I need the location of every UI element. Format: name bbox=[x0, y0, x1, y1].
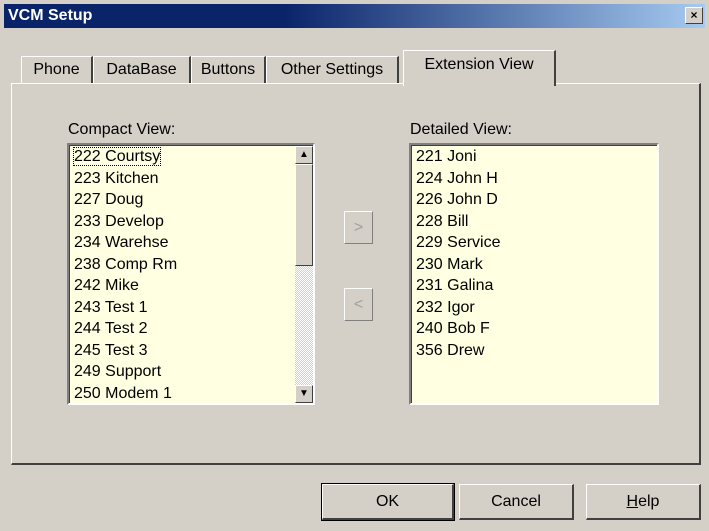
list-item-label: 222 Courtsy bbox=[72, 147, 162, 166]
compact-scrollbar[interactable]: ▲ ▼ bbox=[295, 146, 313, 403]
help-accelerator: H bbox=[626, 493, 639, 510]
close-button[interactable]: × bbox=[685, 7, 703, 24]
list-item[interactable]: 234 Warehse bbox=[70, 232, 295, 254]
ok-button[interactable]: OK bbox=[321, 483, 455, 521]
list-item[interactable]: 224 John H bbox=[412, 168, 657, 190]
list-item[interactable]: 250 Modem 1 bbox=[70, 383, 295, 404]
list-item[interactable]: 242 Mike bbox=[70, 275, 295, 297]
list-item[interactable]: 249 Support bbox=[70, 361, 295, 383]
compact-view-label: Compact View: bbox=[68, 121, 176, 138]
tab-database[interactable]: DataBase bbox=[93, 56, 191, 84]
tab-phone[interactable]: Phone bbox=[21, 56, 93, 84]
tab-extension-view[interactable]: Extension View bbox=[403, 50, 556, 86]
list-item[interactable]: 231 Galina bbox=[412, 275, 657, 297]
list-item[interactable]: 243 Test 1 bbox=[70, 297, 295, 319]
list-item[interactable]: 233 Develop bbox=[70, 211, 295, 233]
list-item[interactable]: 230 Mark bbox=[412, 254, 657, 276]
scroll-thumb[interactable] bbox=[295, 164, 313, 266]
compact-items: 222 Courtsy 223 Kitchen 227 Doug 233 Dev… bbox=[70, 146, 295, 404]
detailed-view-list[interactable]: 221 Joni 224 John H 226 John D 228 Bill … bbox=[409, 143, 659, 405]
move-left-button[interactable]: < bbox=[344, 288, 373, 321]
list-item[interactable]: 222 Courtsy bbox=[70, 146, 295, 168]
list-item[interactable]: 229 Service bbox=[412, 232, 657, 254]
compact-view-list[interactable]: 222 Courtsy 223 Kitchen 227 Doug 233 Dev… bbox=[67, 143, 315, 405]
detailed-view-label: Detailed View: bbox=[410, 121, 512, 138]
extension-view-panel: Compact View: Detailed View: 222 Courtsy… bbox=[11, 83, 701, 465]
list-item[interactable]: 223 Kitchen bbox=[70, 168, 295, 190]
tab-other-settings[interactable]: Other Settings bbox=[266, 56, 399, 84]
move-right-button[interactable]: > bbox=[344, 211, 373, 244]
window-title: VCM Setup bbox=[8, 7, 93, 24]
tab-buttons[interactable]: Buttons bbox=[191, 56, 266, 84]
cancel-button[interactable]: Cancel bbox=[459, 484, 574, 520]
list-item[interactable]: 240 Bob F bbox=[412, 318, 657, 340]
list-item[interactable]: 232 Igor bbox=[412, 297, 657, 319]
scroll-down-button[interactable]: ▼ bbox=[295, 385, 313, 403]
vcm-setup-window: VCM Setup × Phone DataBase Buttons Other… bbox=[0, 0, 709, 531]
list-item[interactable]: 356 Drew bbox=[412, 340, 657, 362]
list-item[interactable]: 227 Doug bbox=[70, 189, 295, 211]
list-item[interactable]: 238 Comp Rm bbox=[70, 254, 295, 276]
help-button[interactable]: Help bbox=[586, 484, 701, 520]
list-item[interactable]: 221 Joni bbox=[412, 146, 657, 168]
scroll-up-button[interactable]: ▲ bbox=[295, 146, 313, 164]
list-item[interactable]: 226 John D bbox=[412, 189, 657, 211]
help-label-rest: elp bbox=[638, 493, 660, 510]
list-item[interactable]: 245 Test 3 bbox=[70, 340, 295, 362]
list-item[interactable]: 228 Bill bbox=[412, 211, 657, 233]
list-item[interactable]: 244 Test 2 bbox=[70, 318, 295, 340]
title-bar[interactable]: VCM Setup × bbox=[4, 4, 705, 28]
